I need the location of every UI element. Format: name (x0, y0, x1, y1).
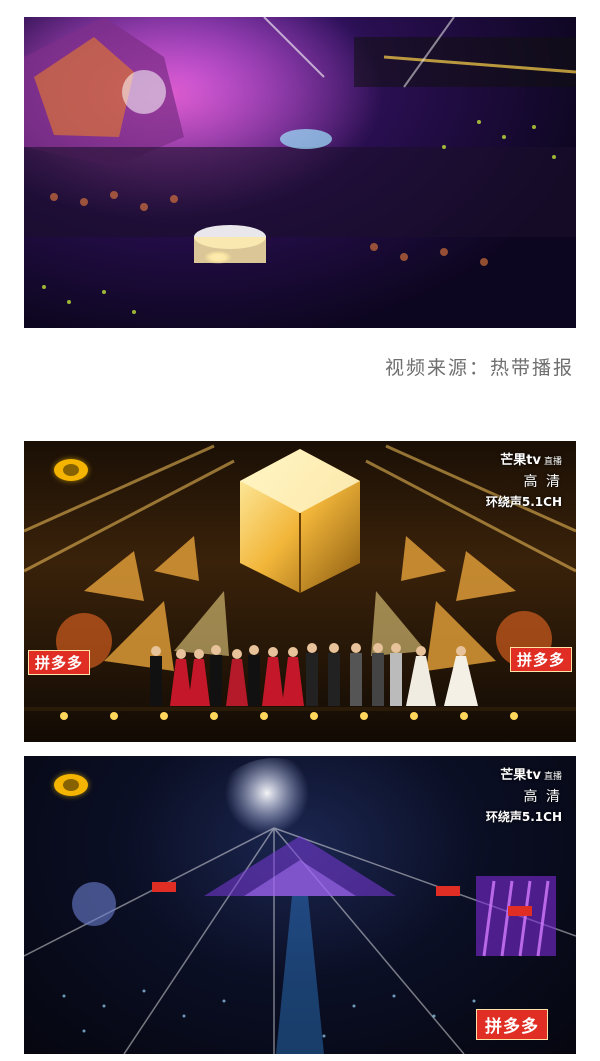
audio-label: 环绕声5.1CH (485, 495, 562, 509)
broadcast-overlay: 芒果tv 直播 高 清 环绕声5.1CH (486, 449, 562, 510)
mango-tv-brand: 芒果tv (500, 768, 541, 783)
live-label: 直播 (543, 457, 562, 467)
concert-aerial-photo (24, 17, 576, 328)
stadium-lightshow-photo: 芒果tv 直播 高 清 环绕声5.1CH 拼多多 (24, 756, 576, 1054)
mango-tv-brand: 芒果tv (500, 453, 541, 468)
sponsor-badge-right: 拼多多 (509, 647, 572, 672)
hunan-tv-logo-icon (54, 774, 88, 796)
live-label: 直播 (543, 772, 562, 782)
sponsor-badge-left: 拼多多 (28, 650, 91, 675)
stage-performers-photo: 芒果tv 直播 高 清 环绕声5.1CH 拼多多 拼多多 (24, 441, 576, 742)
concert-aerial-scene (24, 17, 576, 328)
video-source-caption: 视频来源：热带播报 (384, 357, 574, 379)
quality-label: 高 清 (523, 474, 562, 490)
audio-label: 环绕声5.1CH (485, 810, 562, 824)
hunan-tv-logo-icon (54, 459, 88, 481)
broadcast-overlay: 芒果tv 直播 高 清 环绕声5.1CH (486, 764, 562, 825)
sponsor-badge-bottom: 拼多多 (476, 1009, 548, 1040)
quality-label: 高 清 (523, 789, 562, 805)
